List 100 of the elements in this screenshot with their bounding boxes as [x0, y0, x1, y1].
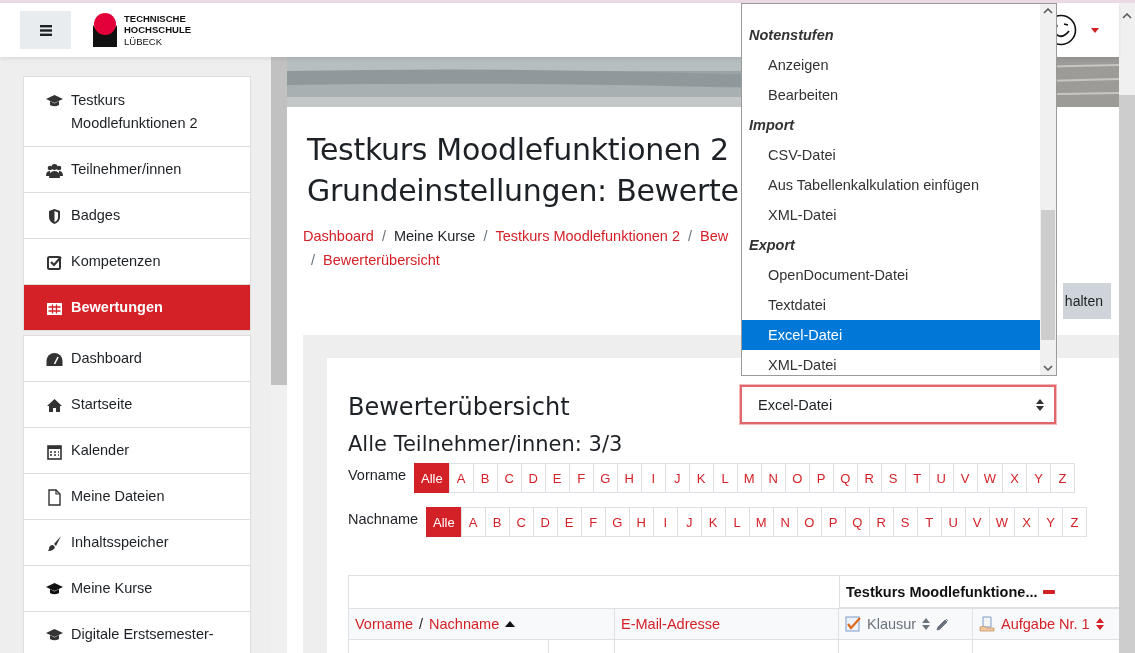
scrollbar[interactable]: [1119, 3, 1135, 653]
letter-filter[interactable]: O: [796, 507, 822, 537]
letter-filter[interactable]: T: [916, 507, 942, 537]
dropdown-option[interactable]: Aus Tabellenkalkulation einfügen: [742, 170, 1040, 200]
sidebar-item[interactable]: Bewertungen: [24, 284, 250, 330]
dropdown-option[interactable]: OpenDocument-Datei: [742, 260, 1040, 290]
dropdown-caret-icon[interactable]: [1091, 27, 1099, 33]
letter-filter[interactable]: P: [808, 463, 834, 493]
scroll-up-icon[interactable]: [1122, 13, 1132, 19]
menu-button[interactable]: [20, 11, 71, 49]
sort-icon[interactable]: [1095, 618, 1104, 630]
letter-filter[interactable]: U: [940, 507, 966, 537]
sidebar-item[interactable]: Badges: [24, 192, 250, 238]
letter-filter[interactable]: D: [532, 507, 558, 537]
letter-filter[interactable]: L: [712, 463, 738, 493]
letter-filter[interactable]: Y: [1025, 463, 1051, 493]
letter-filter[interactable]: H: [616, 463, 642, 493]
letter-filter[interactable]: Z: [1061, 507, 1087, 537]
letter-filter[interactable]: C: [496, 463, 522, 493]
sort-ascending-icon[interactable]: [505, 621, 516, 627]
dropdown-option[interactable]: XML-Datei: [742, 350, 1040, 380]
dropdown-option[interactable]: Bearbeiten: [742, 80, 1040, 110]
letter-filter[interactable]: X: [1013, 507, 1039, 537]
letter-filter[interactable]: C: [508, 507, 534, 537]
letter-filter[interactable]: I: [640, 463, 666, 493]
letter-filter[interactable]: V: [952, 463, 978, 493]
letter-filter[interactable]: K: [700, 507, 726, 537]
pencil-icon[interactable]: [936, 617, 950, 631]
sort-link[interactable]: Nachname: [429, 616, 500, 632]
letter-filter[interactable]: Alle: [414, 463, 450, 493]
letter-filter[interactable]: W: [988, 507, 1015, 537]
letter-filter[interactable]: A: [448, 463, 474, 493]
letter-filter[interactable]: E: [556, 507, 582, 537]
dropdown-option[interactable]: Excel-Datei: [742, 320, 1040, 350]
letter-filter[interactable]: H: [628, 507, 654, 537]
letter-filter[interactable]: U: [928, 463, 954, 493]
sidebar-item[interactable]: Meine Dateien: [24, 473, 250, 519]
breadcrumb-link[interactable]: Testkurs Moodlefunktionen 2: [495, 225, 680, 247]
column-link[interactable]: Aufgabe Nr. 1: [1001, 616, 1090, 632]
letter-filter[interactable]: F: [580, 507, 606, 537]
sort-link[interactable]: Vorname: [355, 616, 414, 632]
view-button[interactable]: halten: [1062, 283, 1111, 319]
sidebar-item[interactable]: Dashboard: [24, 336, 250, 381]
letter-filter[interactable]: Q: [844, 507, 870, 537]
scroll-up-icon[interactable]: [1043, 8, 1053, 14]
dropdown-option[interactable]: XML-Datei: [742, 200, 1040, 230]
dropdown-option[interactable]: CSV-Datei: [742, 140, 1040, 170]
letter-filter[interactable]: A: [460, 507, 486, 537]
letter-filter[interactable]: R: [856, 463, 882, 493]
letter-filter[interactable]: N: [760, 463, 786, 493]
letter-filter[interactable]: I: [652, 507, 678, 537]
letter-filter[interactable]: Q: [832, 463, 858, 493]
letter-filter[interactable]: F: [568, 463, 594, 493]
scrollbar[interactable]: [271, 57, 287, 653]
sidebar-item[interactable]: Teilnehmer/innen: [24, 146, 250, 192]
letter-filter[interactable]: Y: [1037, 507, 1063, 537]
letter-filter[interactable]: E: [544, 463, 570, 493]
sidebar-item[interactable]: Testkurs Moodlefunktionen 2: [24, 77, 250, 146]
scrollbar[interactable]: [1040, 4, 1056, 375]
letter-filter[interactable]: S: [892, 507, 918, 537]
breadcrumb-link[interactable]: Bewerterübersicht: [323, 249, 440, 271]
export-select[interactable]: Excel-Datei: [740, 385, 1056, 424]
letter-filter[interactable]: B: [484, 507, 510, 537]
letter-filter[interactable]: K: [688, 463, 714, 493]
scroll-down-icon[interactable]: [1043, 365, 1053, 371]
letter-filter[interactable]: Z: [1049, 463, 1075, 493]
letter-filter[interactable]: O: [784, 463, 810, 493]
sidebar-item[interactable]: Digitale Erstsemester-: [24, 611, 250, 653]
sidebar-item[interactable]: Inhaltsspeicher: [24, 519, 250, 565]
letter-filter[interactable]: T: [904, 463, 930, 493]
sidebar-item[interactable]: Startseite: [24, 381, 250, 427]
letter-filter[interactable]: B: [472, 463, 498, 493]
breadcrumb-link[interactable]: Bew: [700, 225, 729, 247]
sort-icon[interactable]: [922, 618, 931, 630]
dropdown-option[interactable]: Textdatei: [742, 290, 1040, 320]
logo-icon[interactable]: [92, 13, 118, 47]
letter-filter[interactable]: G: [592, 463, 618, 493]
letter-filter[interactable]: L: [724, 507, 750, 537]
letter-filter[interactable]: W: [976, 463, 1003, 493]
letter-filter[interactable]: J: [676, 507, 702, 537]
column-link[interactable]: E-Mail-Adresse: [621, 616, 721, 632]
letter-filter[interactable]: X: [1001, 463, 1027, 493]
letter-filter[interactable]: R: [868, 507, 894, 537]
letter-filter[interactable]: V: [964, 507, 990, 537]
letter-filter[interactable]: G: [604, 507, 630, 537]
letter-filter[interactable]: Alle: [426, 507, 462, 537]
filter-label: Nachname: [348, 511, 420, 529]
letter-filter[interactable]: S: [880, 463, 906, 493]
letter-filter[interactable]: M: [748, 507, 774, 537]
dropdown-option[interactable]: Anzeigen: [742, 50, 1040, 80]
sidebar-item[interactable]: Meine Kurse: [24, 565, 250, 611]
letter-filter[interactable]: D: [520, 463, 546, 493]
collapse-icon[interactable]: [1043, 589, 1056, 594]
letter-filter[interactable]: J: [664, 463, 690, 493]
letter-filter[interactable]: P: [820, 507, 846, 537]
breadcrumb-link[interactable]: Dashboard: [303, 225, 374, 247]
sidebar-item[interactable]: Kalender: [24, 427, 250, 473]
letter-filter[interactable]: N: [772, 507, 798, 537]
menu-icon[interactable]: [39, 24, 52, 36]
letter-filter[interactable]: M: [736, 463, 762, 493]
